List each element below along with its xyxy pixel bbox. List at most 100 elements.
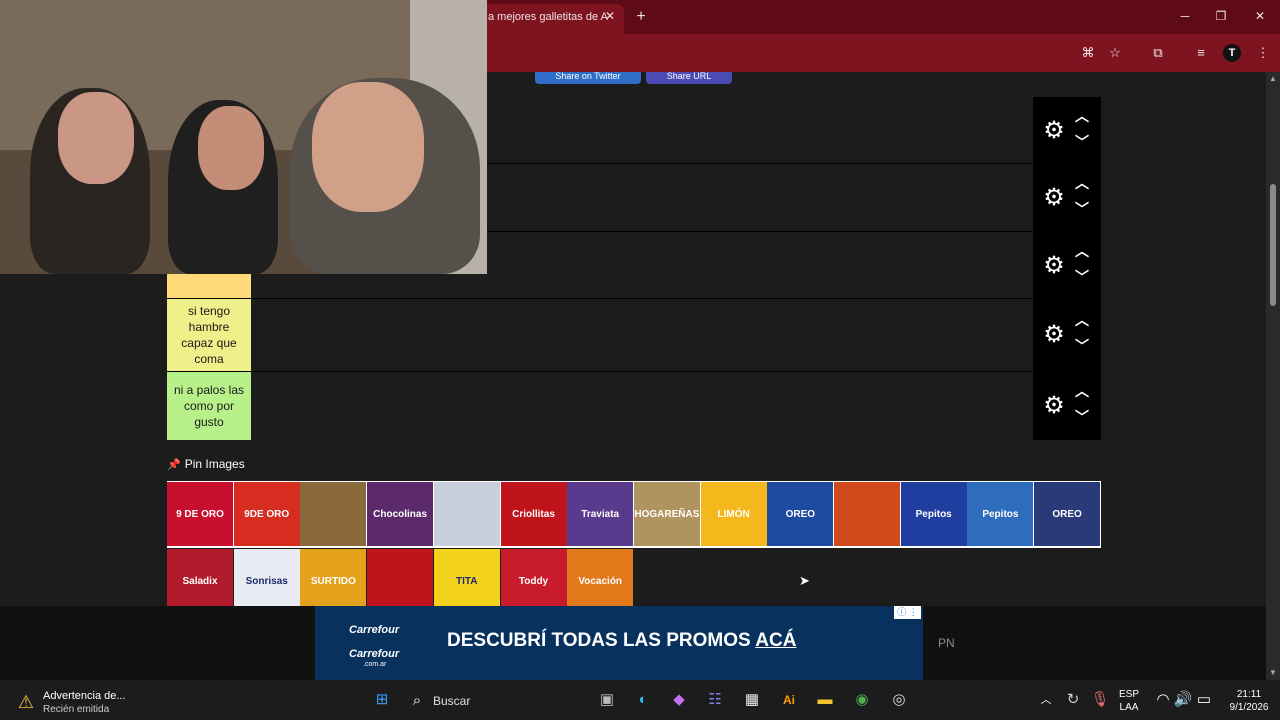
webcam-overlay [0, 0, 487, 274]
cookie-thumbnail[interactable]: OREO [1034, 482, 1101, 546]
chevron-down-icon[interactable]: ﹀ [1074, 410, 1090, 424]
cookie-thumbnail[interactable]: SURTIDO [300, 549, 367, 606]
ad-headline: DESCUBRÍ TODAS LAS PROMOS ACÁ [447, 630, 796, 652]
cookie-thumbnail[interactable] [433, 482, 500, 546]
share-twitter-button[interactable]: Share on Twitter [535, 72, 641, 84]
task-view-icon[interactable]: ▣ [597, 690, 617, 710]
battery-icon[interactable]: ▭ [1194, 690, 1214, 710]
notification-subtitle: Recién emitida [43, 704, 110, 715]
menu-icon[interactable]: ⋮ [1254, 44, 1272, 62]
chevron-down-icon[interactable]: ﹀ [1074, 202, 1090, 216]
windows-taskbar: ⚠ Advertencia de... Recién emitida ⊞ ⌕ B… [0, 680, 1280, 720]
gear-icon[interactable]: ⚙ [1041, 185, 1067, 211]
language-indicator[interactable]: ESP LAA [1119, 688, 1139, 714]
tier-drop-zone[interactable] [251, 299, 1033, 371]
app-icon[interactable]: ◎ [889, 690, 909, 710]
new-tab-button[interactable]: + [632, 8, 650, 26]
close-tab-icon[interactable]: ✕ [603, 9, 617, 23]
cookie-thumbnail[interactable]: Traviata [567, 482, 634, 546]
cookie-thumbnail[interactable]: TITA [433, 549, 500, 606]
cookie-thumbnail[interactable]: HOGAREÑAS [633, 482, 700, 546]
translate-icon[interactable]: ⌘ [1079, 44, 1097, 62]
gear-icon[interactable]: ⚙ [1041, 393, 1067, 419]
cookie-thumbnail-label: 9 DE ORO [176, 508, 224, 520]
pin-images-toggle[interactable]: 📌 Pin Images [167, 456, 245, 472]
cookie-thumbnail[interactable]: Criollitas [500, 482, 567, 546]
cookie-thumbnail[interactable]: Sonrisas [233, 549, 300, 606]
language-code: ESP [1119, 689, 1140, 700]
cookie-thumbnail[interactable]: 9DE ORO [233, 482, 300, 546]
clock[interactable]: 21:11 9/1/2026 [1221, 688, 1277, 714]
tier-label[interactable]: si tengo hambre capaz que coma [167, 299, 251, 371]
edge-icon[interactable]: ◐ [633, 690, 653, 710]
tab-title: a mejores galletitas de A [488, 11, 608, 23]
cookie-thumbnail[interactable]: OREO [767, 482, 834, 546]
cookie-thumbnail[interactable]: Vocación [567, 549, 634, 606]
tier-controls: ⚙ ︿ ﹀ [1033, 299, 1101, 371]
cookie-thumbnail[interactable]: Saladix [167, 549, 233, 606]
cookie-thumbnail[interactable] [300, 482, 367, 546]
tier-row: si tengo hambre capaz que coma ⚙ ︿ ﹀ [167, 299, 1101, 372]
chevron-down-icon[interactable]: ﹀ [1074, 270, 1090, 284]
cookie-thumbnail[interactable]: Chocolinas [367, 482, 434, 546]
media-icon[interactable]: ≡ [1192, 44, 1210, 62]
maximize-button[interactable]: ❐ [1208, 6, 1234, 26]
teams-icon[interactable]: ☷ [705, 690, 725, 710]
ad-info-badge[interactable]: ⓘ ⋮ [894, 606, 921, 619]
pin-icon: 📌 [167, 459, 181, 471]
cookie-thumbnail[interactable]: 9 DE ORO [167, 482, 233, 546]
tier-controls: ⚙ ︿ ﹀ [1033, 372, 1101, 440]
webcam-face [312, 82, 424, 212]
cookie-thumbnail[interactable] [367, 549, 434, 606]
cookie-thumbnail[interactable]: Pepitos [967, 482, 1034, 546]
tier-drop-zone[interactable] [251, 372, 1033, 440]
volume-icon[interactable]: 🔊 [1173, 690, 1193, 710]
profile-icon[interactable]: T [1223, 44, 1241, 62]
wifi-icon[interactable]: ◠ [1153, 690, 1173, 710]
scrollbar-thumb[interactable] [1270, 184, 1276, 306]
chrome-icon[interactable]: ◉ [852, 690, 872, 710]
tier-label[interactable]: ni a palos las como por gusto [167, 372, 251, 440]
star-icon[interactable]: ☆ [1106, 44, 1124, 62]
cookie-thumbnail[interactable]: LIMÓN [700, 482, 767, 546]
illustrator-icon[interactable]: Ai [779, 690, 799, 710]
chevron-up-icon[interactable]: ︿ [1074, 244, 1090, 258]
chevron-down-icon[interactable]: ﹀ [1074, 135, 1090, 149]
chevron-up-icon[interactable]: ︿ [1074, 384, 1090, 398]
chevron-up-icon[interactable]: ︿ [1074, 313, 1090, 327]
microphone-icon[interactable]: 🎙 [1090, 690, 1110, 710]
taskbar-search[interactable]: ⌕ Buscar [403, 688, 583, 714]
cookie-thumbnail-label: Criollitas [512, 508, 555, 520]
cookie-thumbnail-label: LIMÓN [717, 508, 750, 520]
cookie-thumbnail-label: OREO [785, 508, 816, 520]
gear-icon[interactable]: ⚙ [1041, 118, 1067, 144]
gear-icon[interactable]: ⚙ [1041, 253, 1067, 279]
ad-headline-link[interactable]: ACÁ [755, 630, 796, 651]
cookie-thumbnail[interactable]: Toddy [500, 549, 567, 606]
gear-icon[interactable]: ⚙ [1041, 322, 1067, 348]
sync-icon[interactable]: ↻ [1063, 690, 1083, 710]
store-icon[interactable]: ▦ [742, 690, 762, 710]
show-hidden-icons-icon[interactable]: ︿ [1036, 690, 1056, 710]
chevron-down-icon[interactable]: ﹀ [1074, 339, 1090, 353]
cookie-thumbnail-label: Toddy [518, 575, 549, 587]
close-window-button[interactable]: ✕ [1247, 6, 1273, 26]
minimize-button[interactable]: ─ [1172, 6, 1198, 26]
windows-start-icon[interactable]: ⊞ [372, 690, 392, 710]
share-url-button[interactable]: Share URL [646, 72, 732, 84]
clock-time: 21:11 [1236, 689, 1262, 700]
file-explorer-icon[interactable]: ▬ [815, 690, 835, 710]
cookie-thumbnail-label: 9DE ORO [244, 508, 290, 520]
page-scrollbar[interactable]: ▲ ▼ [1266, 72, 1280, 680]
cookie-thumbnail[interactable]: Pepitos [900, 482, 967, 546]
cookie-thumbnail-label: TITA [456, 575, 478, 587]
scroll-up-icon[interactable]: ▲ [1268, 74, 1278, 84]
ad-banner[interactable]: Carrefour Carrefour .com.ar DESCUBRÍ TOD… [315, 606, 923, 680]
ad-brand-domain: .com.ar [363, 661, 387, 668]
scroll-down-icon[interactable]: ▼ [1268, 668, 1278, 678]
copilot-icon[interactable]: ◆ [669, 690, 689, 710]
cookie-thumbnail[interactable] [834, 482, 900, 546]
chevron-up-icon[interactable]: ︿ [1074, 176, 1090, 190]
chevron-up-icon[interactable]: ︿ [1074, 109, 1090, 123]
extensions-icon[interactable]: ⧉ [1149, 44, 1167, 62]
